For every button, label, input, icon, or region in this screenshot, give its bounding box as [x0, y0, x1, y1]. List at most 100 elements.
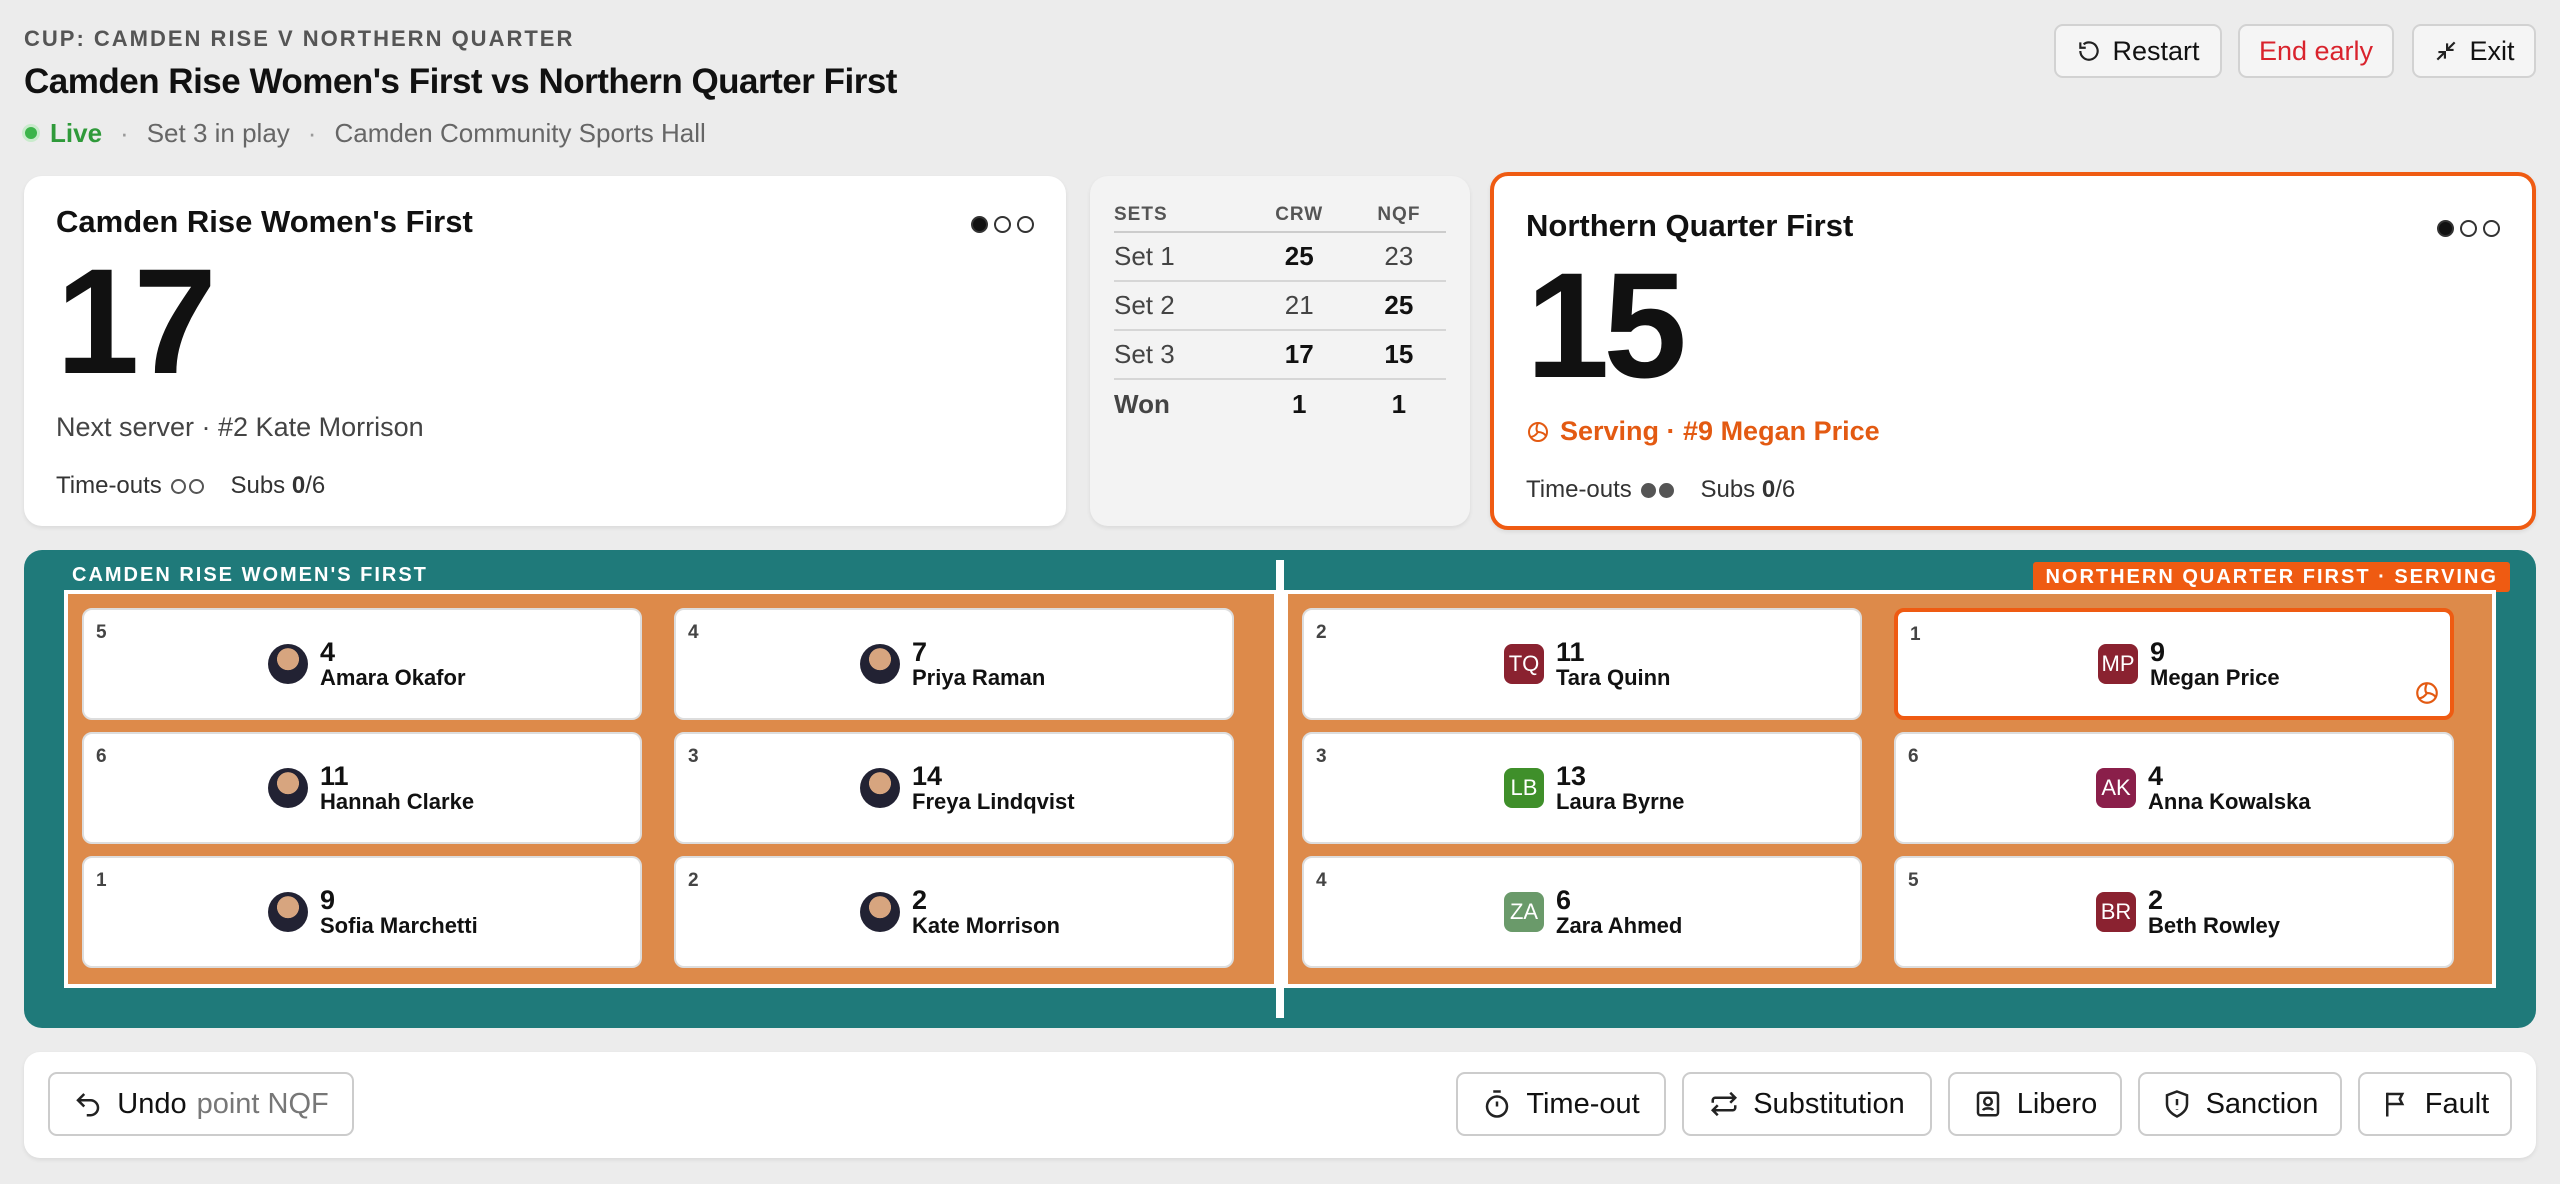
player-avatar: AK [2096, 768, 2136, 808]
player-avatar [860, 892, 900, 932]
timeout-button[interactable]: Time-out [1456, 1072, 1666, 1136]
player-name: Megan Price [2150, 665, 2280, 691]
court-position: 2 [688, 870, 699, 891]
player-number: 9 [2150, 636, 2166, 667]
sets-table-card: SETS CRW NQF Set 1 25 23 Set 2 21 25 Set 3 17… [1090, 176, 1470, 526]
fault-button[interactable]: Fault [2358, 1072, 2512, 1136]
court-position: 4 [1316, 870, 1327, 891]
timeout-dot [1659, 482, 1675, 498]
away-sets-dots [2437, 220, 2500, 237]
player-name: Kate Morrison [912, 913, 1060, 939]
net-line [1276, 560, 1284, 1018]
player-info: 14 Freya Lindqvist [860, 734, 1075, 842]
player-number: 6 [1556, 884, 1572, 915]
court-position: 1 [1910, 624, 1921, 645]
player-info: 7 Priya Raman [860, 610, 1045, 718]
player-avatar [268, 768, 308, 808]
away-court-label: NORTHERN QUARTER FIRST · SERVING [2033, 562, 2510, 592]
sets-table: SETS CRW NQF Set 1 25 23 Set 2 21 25 Set 3 17… [1114, 198, 1446, 428]
home-player-cell[interactable]: 1 9 Sofia Marchetti [82, 856, 642, 968]
player-number: 11 [1556, 636, 1585, 667]
player-number: 11 [320, 760, 349, 791]
sets-header-home: CRW [1246, 198, 1352, 233]
player-info: BR 2 Beth Rowley [2096, 858, 2280, 966]
court-position: 1 [96, 870, 107, 891]
player-number: 7 [912, 636, 928, 667]
away-score: 15 [1526, 241, 1687, 409]
player-name: Zara Ahmed [1556, 913, 1683, 939]
away-player-cell[interactable]: 2 TQ 11 Tara Quinn [1302, 608, 1862, 720]
substitution-button[interactable]: Substitution [1682, 1072, 1932, 1136]
restart-label: Restart [2112, 35, 2200, 66]
player-name: Priya Raman [912, 665, 1046, 691]
away-team-name: Northern Quarter First [1526, 208, 1854, 243]
court-position: 3 [688, 746, 699, 767]
volleyball-icon [1528, 421, 1548, 442]
exit-button[interactable]: Exit [2412, 24, 2536, 78]
undo-button[interactable]: Undo point NQF [48, 1072, 354, 1136]
player-avatar: BR [2096, 892, 2136, 932]
home-player-cell[interactable]: 2 2 Kate Morrison [674, 856, 1234, 968]
set-label: Set 3 [1114, 330, 1247, 380]
set-home-score: 25 [1246, 232, 1352, 282]
minimize-icon [2437, 41, 2456, 61]
timeout-dot [171, 478, 187, 494]
shield-alert-icon [2165, 1090, 2188, 1118]
home-player-cell[interactable]: 5 4 Amara Okafor [82, 608, 642, 720]
match-meta: Live · Set 3 in play · Camden Community … [22, 116, 706, 150]
fault-label: Fault [2424, 1087, 2490, 1120]
timeout-dot [189, 478, 205, 494]
home-player-cell[interactable]: 4 7 Priya Raman [674, 608, 1234, 720]
restart-button[interactable]: Restart [2054, 24, 2222, 78]
player-number: 13 [1556, 760, 1587, 791]
stopwatch-icon [1486, 1090, 1509, 1118]
player-avatar [268, 644, 308, 684]
set-row: Set 1 25 23 [1114, 232, 1446, 282]
player-info: 11 Hannah Clarke [268, 734, 474, 842]
player-name: Freya Lindqvist [912, 789, 1075, 815]
player-info: ZA 6 Zara Ahmed [1504, 858, 1682, 966]
home-footer: Time-outs Subs 0/6 [56, 472, 325, 500]
home-player-cell[interactable]: 3 14 Freya Lindqvist [674, 732, 1234, 844]
away-footer: Time-outs Subs 0/6 [1526, 476, 1795, 504]
home-player-cell[interactable]: 6 11 Hannah Clarke [82, 732, 642, 844]
set-dot [2483, 220, 2500, 237]
player-text: 4 Anna Kowalska [2148, 761, 2311, 815]
set-dot [971, 216, 988, 233]
end-early-button[interactable]: End early [2238, 24, 2394, 78]
match-kicker: CUP: CAMDEN RISE V NORTHERN QUARTER [24, 26, 575, 51]
player-text: 9 Sofia Marchetti [320, 885, 478, 939]
id-badge-icon [1976, 1091, 1999, 1117]
undo-detail: point NQF [196, 1087, 329, 1120]
subs-total: /6 [305, 472, 326, 499]
away-player-cell[interactable]: 1 MP 9 Megan Price [1894, 608, 2454, 720]
separator: · [120, 117, 129, 148]
home-sets-dots [971, 216, 1034, 233]
player-avatar: MP [2098, 644, 2138, 684]
set-label: Set 1 [1114, 232, 1247, 282]
away-player-cell[interactable]: 3 LB 13 Laura Byrne [1302, 732, 1862, 844]
won-home: 1 [1291, 388, 1307, 419]
sanction-button[interactable]: Sanction [2138, 1072, 2342, 1136]
subs-used: 0 [1761, 476, 1776, 503]
set-status: Set 3 in play [146, 117, 290, 148]
set-dot [2437, 220, 2454, 237]
timeout-label: Time-out [1526, 1087, 1640, 1120]
player-text: 11 Tara Quinn [1556, 636, 1671, 691]
won-label: Won [1114, 388, 1170, 419]
away-player-cell[interactable]: 4 ZA 6 Zara Ahmed [1302, 856, 1862, 968]
separator: · [307, 117, 317, 148]
home-team-name: Camden Rise Women's First [56, 204, 473, 239]
libero-button[interactable]: Libero [1948, 1072, 2122, 1136]
player-text: 13 Laura Byrne [1556, 760, 1684, 815]
away-player-cell[interactable]: 5 BR 2 Beth Rowley [1894, 856, 2454, 968]
player-number: 2 [912, 884, 928, 915]
set-label: Set 2 [1114, 281, 1247, 331]
player-number: 4 [320, 636, 336, 667]
subs-label: Subs [230, 472, 286, 499]
player-avatar [860, 644, 900, 684]
away-player-cell[interactable]: 6 AK 4 Anna Kowalska [1894, 732, 2454, 844]
home-status: Next server · #2 Kate Morrison [56, 412, 424, 442]
action-bar: Undo point NQF Time-out Substitution Lib… [24, 1052, 2536, 1158]
match-title: Camden Rise Women's First vs Northern Qu… [24, 62, 897, 101]
